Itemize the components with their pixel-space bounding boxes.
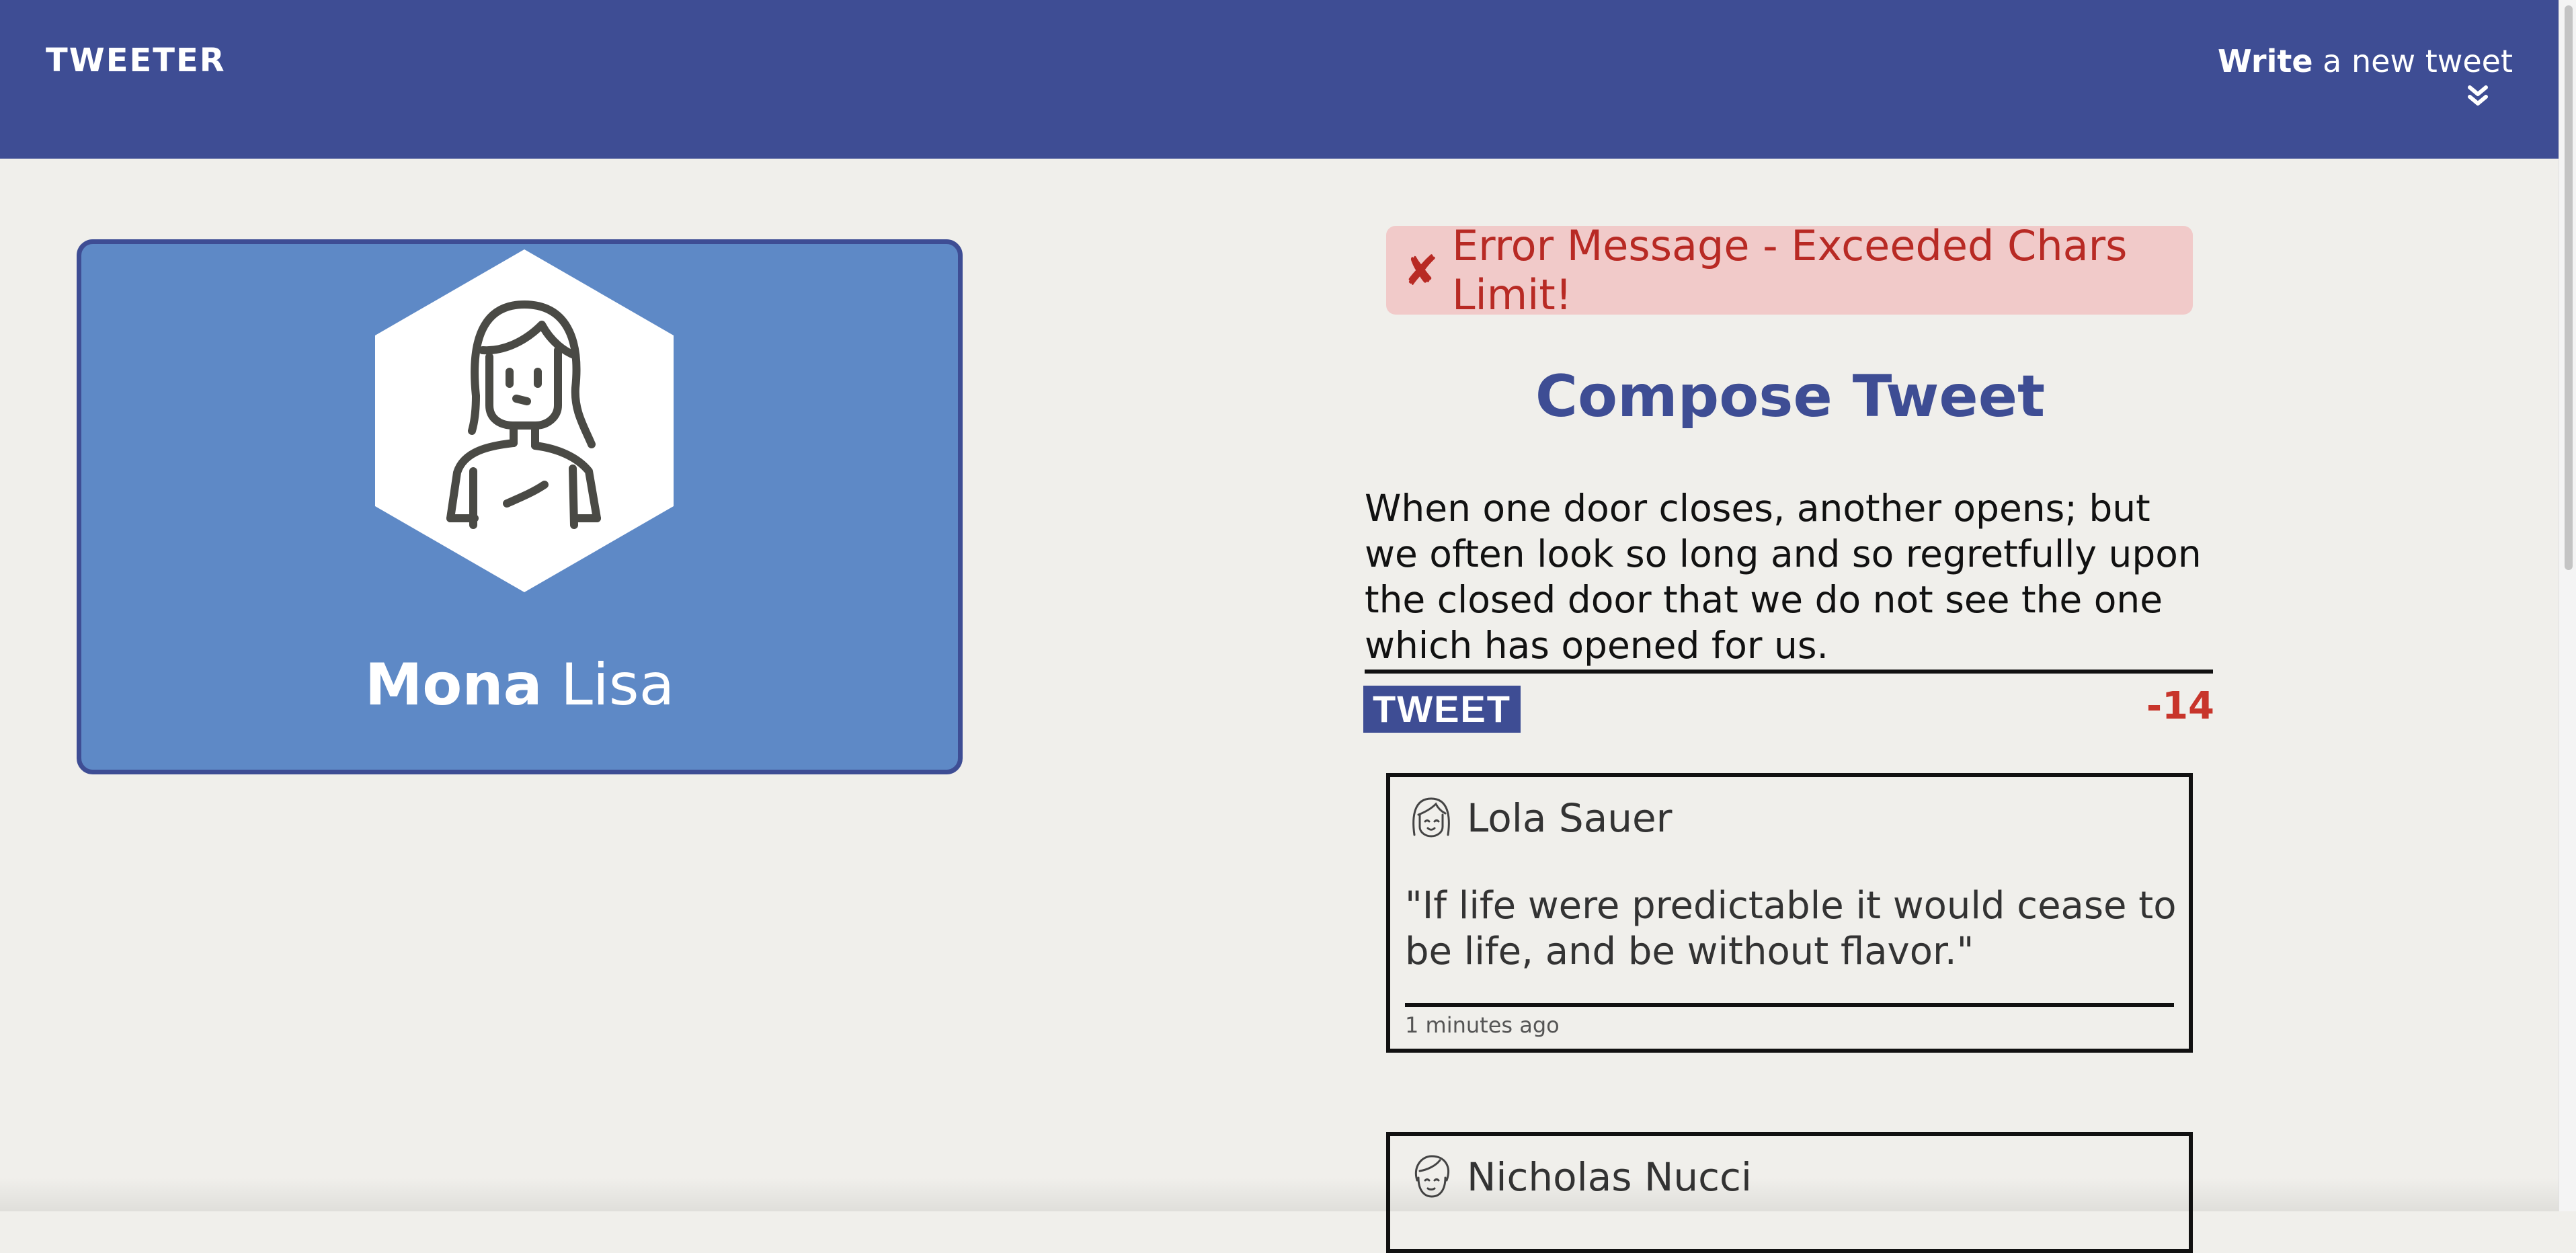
top-nav: TWEETER Write a new tweet (0, 0, 2559, 159)
tweet-header: Nicholas Nucci (1405, 1151, 1752, 1203)
man-face-icon (1415, 1155, 1449, 1198)
tweet-footer: 1 minutes ago (1405, 1003, 2174, 1038)
char-counter: -14 (2146, 684, 2214, 728)
profile-last-name: Lisa (560, 651, 675, 719)
tweet-timestamp: 1 minutes ago (1405, 1012, 1560, 1038)
profile-card: Mona Lisa (77, 239, 963, 774)
page-scrollbar[interactable] (2559, 0, 2576, 1211)
tweet-author[interactable]: Nicholas Nucci (1467, 1154, 1752, 1200)
scrollbar-thumb[interactable] (2565, 5, 2573, 570)
compose-title: Compose Tweet (1535, 363, 2046, 430)
error-message-text: Error Message - Exceeded Chars Limit! (1451, 221, 2128, 319)
woman-face-icon (1412, 797, 1450, 838)
error-x-icon: ✘ (1404, 245, 1439, 295)
write-link-bold: Write (2217, 43, 2313, 79)
woman-avatar-icon (375, 249, 674, 592)
tweet-author[interactable]: Lola Sauer (1467, 795, 1673, 841)
write-link-text: a new tweet (2312, 43, 2513, 79)
tweet-card: Nicholas Nucci (1386, 1132, 2193, 1253)
tweet-content: "If life were predictable it would cease… (1405, 884, 2177, 973)
tweet-card: Lola Sauer "If life were predictable it … (1386, 773, 2193, 1053)
brand-logo[interactable]: TWEETER (46, 42, 226, 79)
error-message-box: ✘ Error Message - Exceeded Chars Limit! (1386, 221, 2193, 319)
tweet-header: Lola Sauer (1405, 792, 1673, 844)
write-new-tweet-link[interactable]: Write a new tweet (2217, 43, 2513, 106)
profile-name: Mona Lisa (81, 651, 958, 719)
tweet-textarea[interactable]: When one door closes, another opens; but… (1365, 485, 2213, 674)
profile-first-name: Mona (364, 651, 542, 719)
double-chevron-down-icon[interactable] (2464, 83, 2491, 110)
tweet-button[interactable]: TWEET (1363, 686, 1521, 733)
